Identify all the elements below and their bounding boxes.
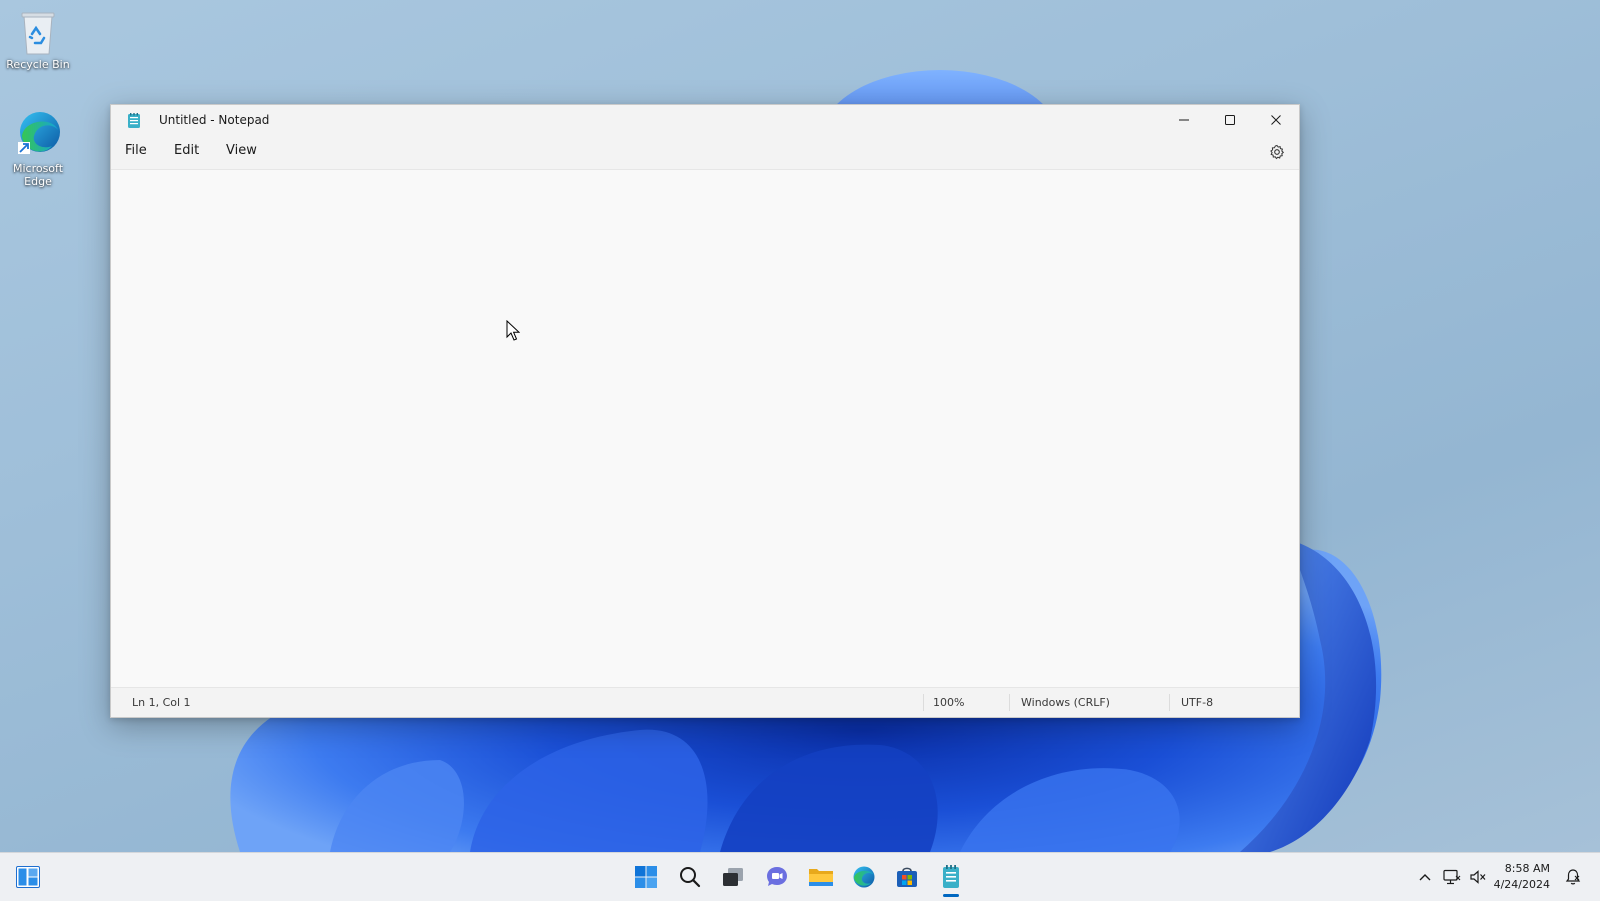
search-icon — [680, 867, 701, 888]
desktop-icon-label: Recycle Bin — [6, 58, 70, 71]
menu-file[interactable]: File — [121, 143, 151, 158]
taskbar-notepad[interactable] — [935, 861, 967, 897]
taskbar-search[interactable] — [674, 861, 706, 893]
active-app-indicator — [943, 894, 959, 897]
taskbar-file-explorer[interactable] — [805, 861, 837, 893]
chat-icon — [767, 867, 787, 886]
desktop-icon-recycle-bin[interactable]: Recycle Bin — [3, 8, 73, 71]
notepad-icon — [128, 113, 140, 128]
taskbar-chat[interactable] — [761, 861, 793, 893]
chevron-up-icon — [1419, 874, 1431, 881]
edge-icon — [853, 866, 875, 888]
taskbar-clock[interactable]: 8:58 AM 4/24/2024 — [1494, 861, 1550, 893]
volume-button[interactable] — [1468, 867, 1488, 887]
taskbar-store[interactable] — [891, 861, 923, 893]
status-encoding: UTF-8 — [1181, 696, 1214, 709]
clock-date: 4/24/2024 — [1493, 878, 1550, 891]
start-icon — [635, 866, 657, 888]
taskbar-task-view[interactable] — [717, 861, 749, 893]
minimize-button[interactable] — [1161, 105, 1207, 135]
clock-time: 8:58 AM — [1504, 862, 1550, 875]
gear-icon — [1270, 144, 1285, 160]
maximize-icon — [1225, 115, 1235, 125]
status-divider — [923, 694, 924, 711]
minimize-icon — [1179, 119, 1189, 121]
status-cursor-position: Ln 1, Col 1 — [132, 696, 191, 709]
widgets-button[interactable] — [12, 861, 44, 893]
notepad-window: Untitled - Notepad File Edit View Ln 1, … — [110, 104, 1300, 718]
network-icon — [1443, 869, 1461, 885]
maximize-button[interactable] — [1207, 105, 1253, 135]
menu-edit[interactable]: Edit — [170, 143, 203, 158]
show-hidden-icons-button[interactable] — [1415, 867, 1435, 887]
widgets-icon — [16, 866, 40, 888]
text-editor[interactable] — [111, 170, 1299, 688]
status-divider — [1009, 694, 1010, 711]
notepad-icon — [943, 865, 959, 888]
status-bar: Ln 1, Col 1 100% Windows (CRLF) UTF-8 — [111, 687, 1299, 717]
status-zoom: 100% — [933, 696, 965, 709]
close-icon — [1271, 115, 1281, 125]
recycle-bin-icon — [21, 12, 55, 55]
status-line-ending: Windows (CRLF) — [1021, 696, 1110, 709]
task-view-icon — [723, 868, 743, 886]
mouse-cursor-icon — [506, 320, 520, 341]
network-button[interactable] — [1442, 867, 1462, 887]
notification-bell-icon — [1565, 869, 1581, 885]
notifications-button[interactable] — [1563, 867, 1583, 887]
window-title: Untitled - Notepad — [159, 113, 270, 127]
settings-button[interactable] — [1267, 142, 1287, 162]
taskbar: 8:58 AM 4/24/2024 — [0, 852, 1600, 901]
desktop-icon-microsoft-edge[interactable]: Microsoft Edge — [3, 108, 73, 188]
edge-icon — [18, 112, 60, 154]
menu-bar: File Edit View — [111, 135, 1299, 170]
taskbar-edge[interactable] — [848, 861, 880, 893]
menu-view[interactable]: View — [222, 143, 261, 158]
close-button[interactable] — [1253, 105, 1299, 135]
speaker-muted-icon — [1470, 870, 1486, 884]
title-bar[interactable]: Untitled - Notepad — [111, 105, 1299, 135]
file-explorer-icon — [809, 869, 833, 886]
desktop-icon-label: Microsoft Edge — [12, 162, 64, 188]
status-divider — [1169, 694, 1170, 711]
store-icon — [897, 867, 917, 887]
taskbar-start[interactable] — [630, 861, 662, 893]
